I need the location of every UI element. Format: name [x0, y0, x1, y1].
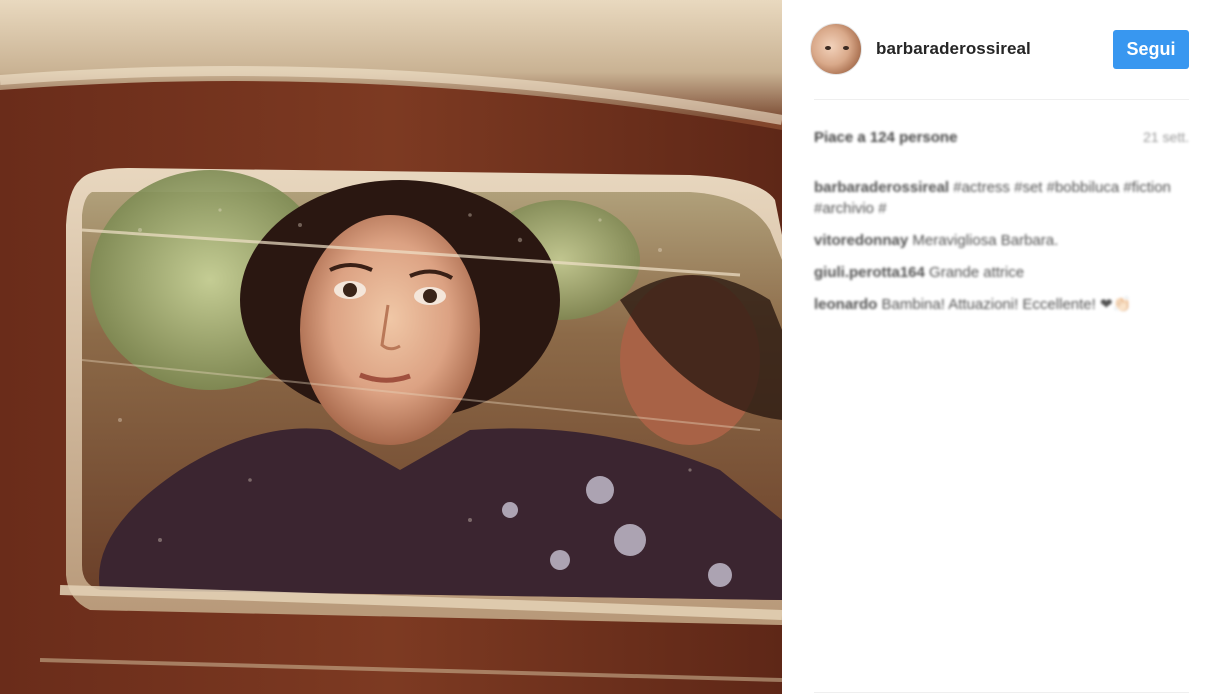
post-side-panel: barbaraderossireal Segui Piace a 124 per…: [782, 0, 1217, 694]
comment-text: Grande attrice: [924, 264, 1025, 281]
comment-item: vitoredonnay Meravigliosa Barbara.: [814, 230, 1189, 251]
comment-text: Meravigliosa Barbara.: [908, 232, 1059, 249]
comments-list: barbaraderossireal #actress #set #bobbil…: [814, 177, 1189, 326]
post-header: barbaraderossireal Segui: [810, 22, 1190, 78]
avatar[interactable]: [810, 23, 862, 75]
comment-author[interactable]: barbaraderossireal: [814, 179, 949, 196]
header-divider: [814, 99, 1189, 100]
follow-button[interactable]: Segui: [1113, 30, 1189, 69]
comment-author[interactable]: leonardo: [814, 296, 877, 313]
post-photo[interactable]: [0, 0, 782, 694]
comment-item: leonardo Bambina! Attuazioni! Eccellente…: [814, 294, 1189, 315]
footer-divider: [814, 692, 1189, 693]
post-timestamp[interactable]: 21 sett.: [1143, 129, 1189, 145]
comment-author[interactable]: giuli.perotta164: [814, 264, 925, 281]
comment-item: giuli.perotta164 Grande attrice: [814, 262, 1189, 283]
likes-count[interactable]: Piace a 124 persone: [814, 129, 957, 146]
comment-item: barbaraderossireal #actress #set #bobbil…: [814, 177, 1189, 219]
comment-author[interactable]: vitoredonnay: [814, 232, 908, 249]
comment-text: Bambina! Attuazioni! Eccellente! ❤👏🏻: [877, 296, 1132, 313]
username-link[interactable]: barbaraderossireal: [876, 39, 1031, 59]
likes-row: Piace a 124 persone 21 sett.: [814, 129, 1189, 149]
photo-image: [0, 0, 782, 694]
